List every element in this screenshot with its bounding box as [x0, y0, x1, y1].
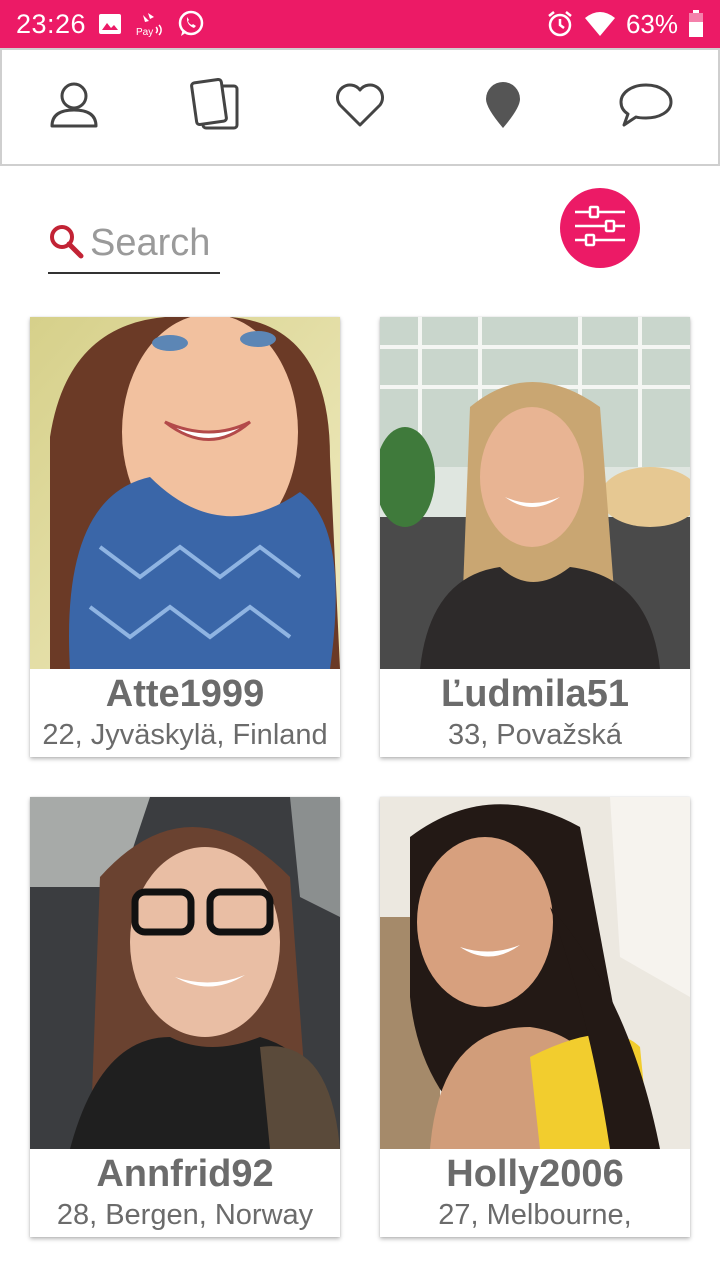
pay-text: Pay	[136, 27, 153, 37]
pay-icon: Pay	[134, 11, 164, 37]
search-box	[48, 214, 220, 274]
profile-card[interactable]: Ľudmila51 33, Považská	[380, 317, 690, 757]
location-icon	[483, 80, 523, 135]
nav-profile[interactable]	[2, 50, 145, 164]
status-bar: 23:26 Pay 63%	[0, 0, 720, 48]
search-input[interactable]	[90, 221, 216, 265]
nav-cards[interactable]	[145, 50, 288, 164]
profile-info: 33, Považská	[447, 719, 623, 751]
profile-info: 27, Melbourne,	[438, 1199, 632, 1231]
profile-info: 28, Bergen, Norway	[56, 1199, 314, 1231]
profile-photo	[380, 797, 690, 1149]
battery-percent: 63%	[625, 8, 678, 39]
profile-name: Ľudmila51	[441, 673, 629, 715]
top-nav	[0, 48, 720, 166]
chat-icon	[618, 82, 674, 133]
image-icon	[98, 13, 122, 35]
heart-icon	[334, 82, 386, 133]
profile-photo	[30, 797, 340, 1149]
nav-location[interactable]	[432, 50, 575, 164]
profile-name: Holly2006	[446, 1153, 624, 1195]
cards-icon	[189, 77, 244, 137]
filter-button[interactable]	[560, 188, 640, 268]
nav-messages[interactable]	[575, 50, 718, 164]
profile-photo	[380, 317, 690, 669]
search-icon	[48, 223, 84, 264]
profile-card[interactable]: Holly2006 27, Melbourne,	[380, 797, 690, 1237]
status-time: 23:26	[16, 8, 87, 39]
alarm-icon	[546, 10, 574, 38]
profile-name: Atte1999	[105, 673, 265, 715]
wifi-icon	[584, 11, 616, 37]
sliders-icon	[573, 204, 627, 253]
profile-card[interactable]: Atte1999 22, Jyväskylä, Finland	[30, 317, 340, 757]
profile-icon	[49, 80, 99, 135]
nav-favorites[interactable]	[288, 50, 431, 164]
profile-photo	[30, 317, 340, 669]
battery-icon	[688, 10, 704, 38]
profile-name: Annfrid92	[96, 1153, 274, 1195]
profile-info: 22, Jyväskylä, Finland	[42, 719, 328, 751]
profile-card[interactable]: Annfrid92 28, Bergen, Norway	[30, 797, 340, 1237]
whatsapp-icon	[176, 9, 206, 39]
